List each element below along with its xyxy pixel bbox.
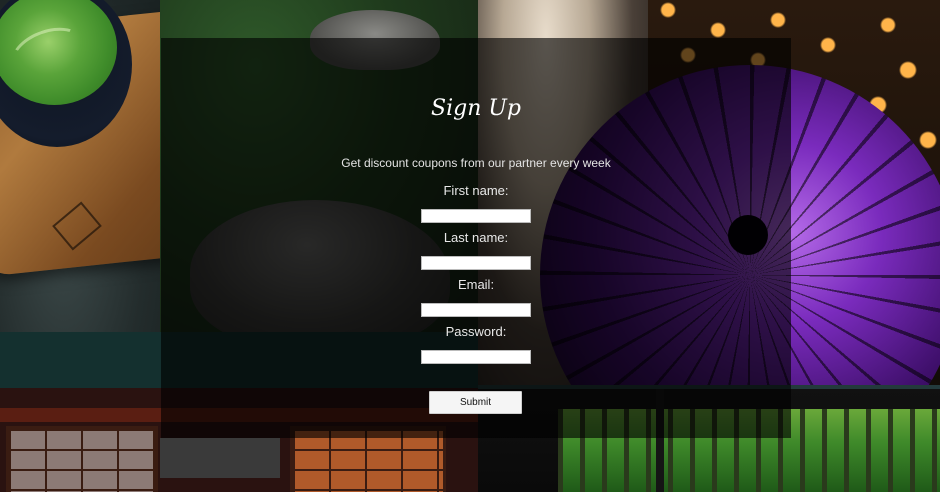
matcha-tea-photo	[0, 0, 160, 332]
email-label: Email:	[457, 277, 495, 292]
first-name-label: First name:	[443, 183, 509, 198]
signup-form: Sign Up Get discount coupons from our pa…	[161, 38, 791, 438]
shoji-screen-left	[6, 426, 158, 492]
form-subtitle: Get discount coupons from our partner ev…	[341, 156, 611, 170]
grey-panel	[160, 438, 280, 478]
last-name-label: Last name:	[443, 230, 509, 245]
submit-button[interactable]: Submit	[429, 391, 522, 414]
password-label: Password:	[445, 324, 507, 339]
email-input[interactable]	[421, 303, 531, 317]
last-name-input[interactable]	[421, 256, 531, 270]
first-name-input[interactable]	[421, 209, 531, 223]
password-input[interactable]	[421, 350, 531, 364]
page-title: Sign Up	[431, 96, 521, 121]
